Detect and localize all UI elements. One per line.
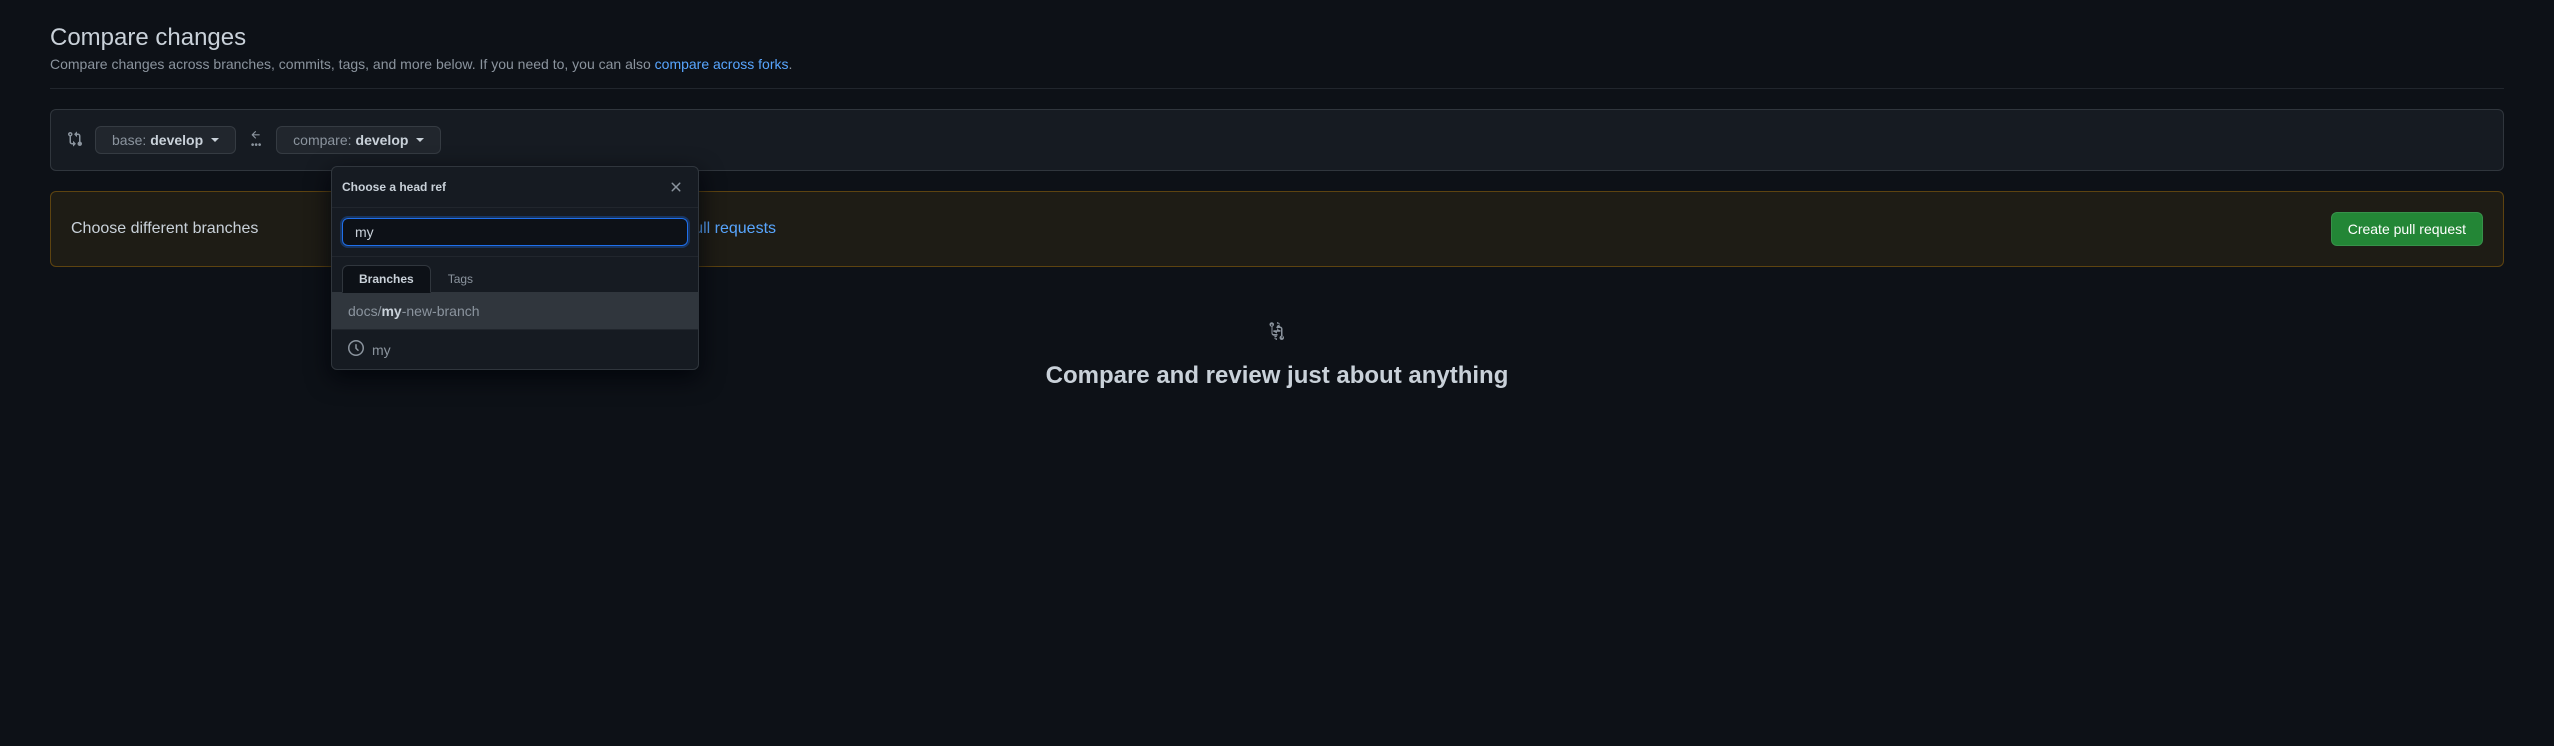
git-compare-icon (67, 131, 83, 150)
chevron-down-icon (416, 138, 424, 142)
item-match: my (372, 342, 391, 358)
info-text-prefix: Choose different branches (71, 220, 258, 237)
search-input[interactable] (342, 218, 688, 246)
compare-value: develop (356, 132, 409, 148)
tab-branches[interactable]: Branches (342, 265, 431, 293)
create-pr-button[interactable]: Create pull request (2331, 212, 2483, 246)
close-icon (668, 179, 684, 195)
dropdown-title: Choose a head ref (342, 180, 446, 194)
item-suffix: -new-branch (402, 303, 480, 319)
arrow-left-icon: ••• (244, 129, 268, 151)
list-item[interactable]: my (332, 329, 698, 369)
tab-tags[interactable]: Tags (431, 265, 490, 293)
compare-branch-button[interactable]: compare: develop (276, 126, 441, 154)
page-title: Compare changes (50, 24, 2504, 52)
base-label: base: (112, 132, 146, 148)
head-ref-dropdown: Choose a head ref Branches Tags docs/my-… (331, 166, 699, 370)
base-value: develop (150, 132, 203, 148)
item-match: my (381, 303, 401, 319)
chevron-down-icon (211, 138, 219, 142)
subtitle-text: Compare changes across branches, commits… (50, 56, 655, 72)
base-branch-button[interactable]: base: develop (95, 126, 236, 154)
compare-label: compare: (293, 132, 351, 148)
dropdown-header: Choose a head ref (332, 167, 698, 208)
dropdown-list: docs/my-new-branch my (332, 292, 698, 369)
close-button[interactable] (664, 175, 688, 199)
item-prefix: docs/ (348, 303, 381, 319)
page-subtitle: Compare changes across branches, commits… (50, 56, 2504, 89)
dropdown-tabs: Branches Tags (332, 257, 698, 293)
history-icon (348, 340, 364, 359)
subtitle-suffix: . (788, 56, 792, 72)
list-item[interactable]: docs/my-new-branch (332, 293, 698, 329)
compare-forks-link[interactable]: compare across forks (655, 56, 789, 72)
dropdown-search (332, 208, 698, 257)
compare-box: base: develop ••• compare: develop Choos… (50, 109, 2504, 171)
